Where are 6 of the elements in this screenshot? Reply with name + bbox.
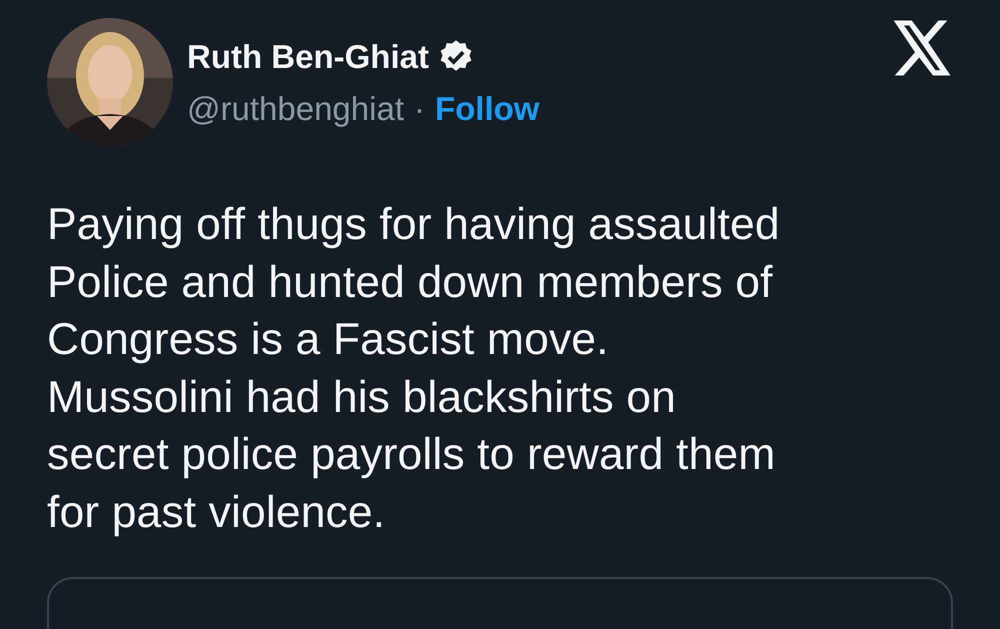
follow-link[interactable]: Follow — [434, 90, 540, 128]
tweet-text: Paying off thugs for having assaulted Police and hunted down members of Congress is a Fascist move. Mussolini had his blackshirts on secret police payrolls to reward them for past violence. — [47, 199, 781, 538]
x-logo-icon[interactable] — [893, 20, 953, 76]
separator-dot: · — [414, 90, 425, 128]
author-name: Ruth Ben-Ghiat — [187, 38, 429, 76]
author-handle: @ruthbenghiat — [187, 90, 404, 128]
